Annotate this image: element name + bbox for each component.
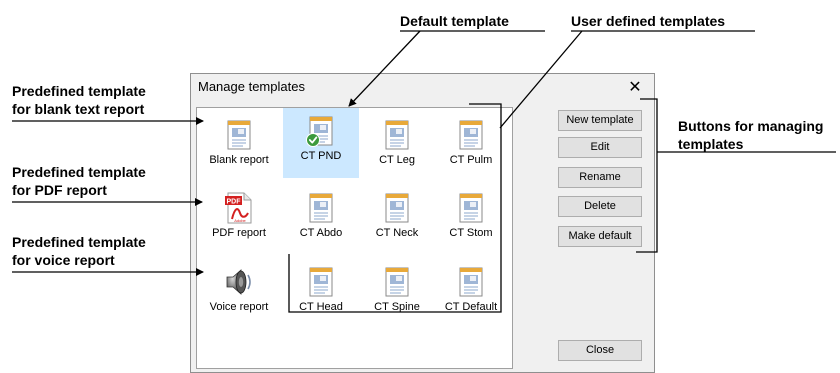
- buttons-bracket: [636, 98, 836, 253]
- default-template-leader: [348, 30, 545, 107]
- user-defined-leader: [288, 30, 755, 313]
- annotation-overlay: [12, 30, 836, 313]
